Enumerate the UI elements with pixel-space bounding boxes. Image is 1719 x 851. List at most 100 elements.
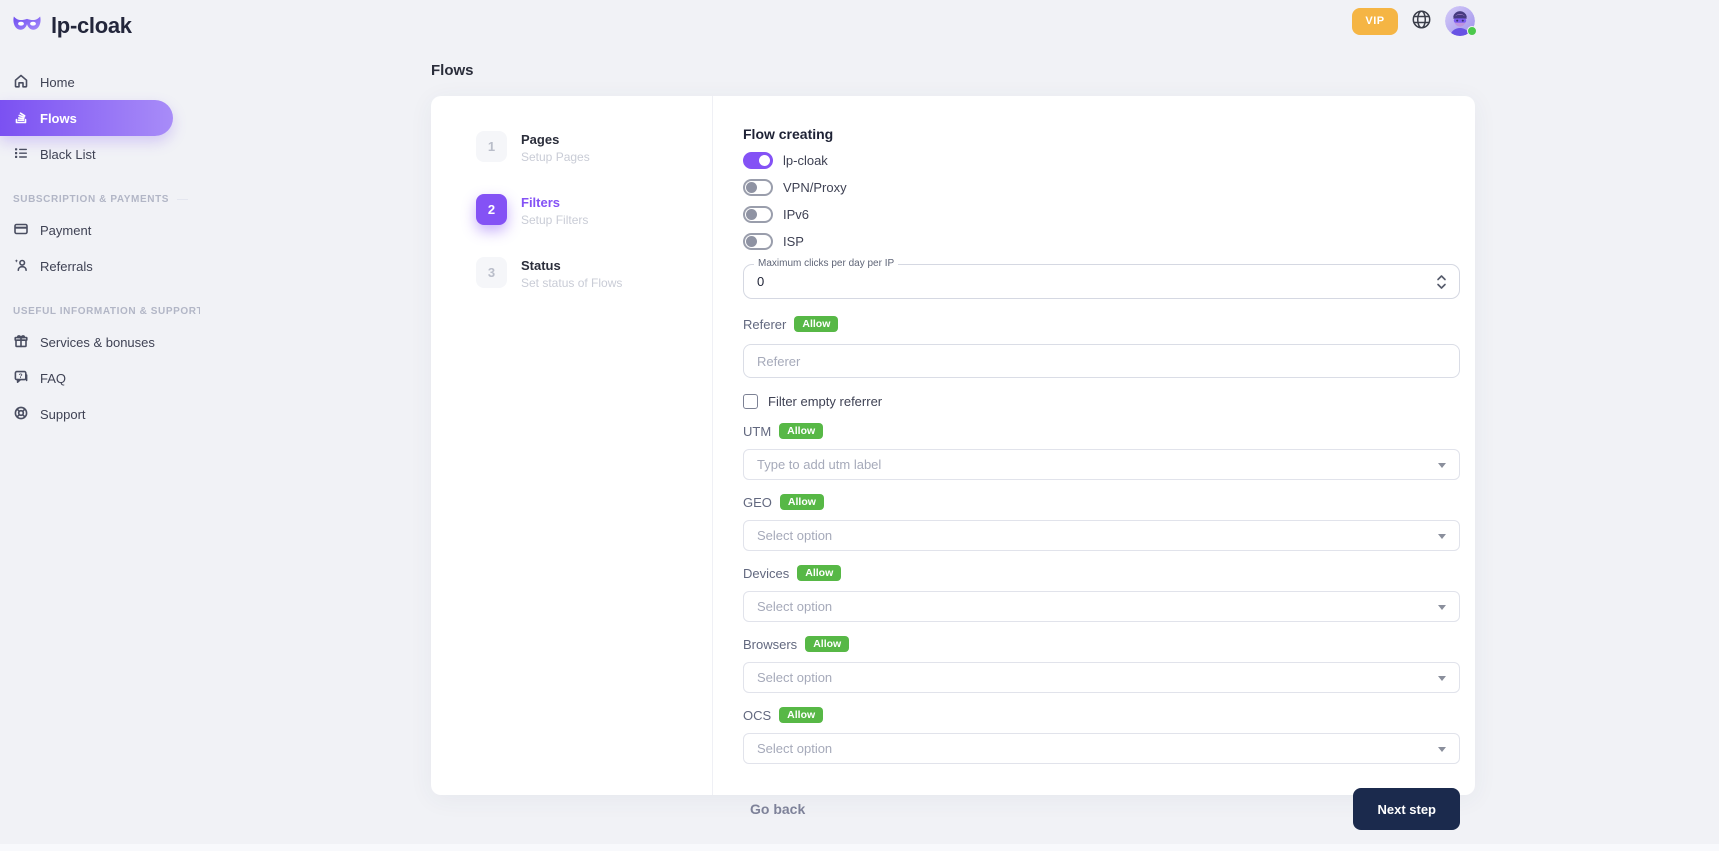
globe-icon — [1411, 9, 1432, 33]
browsers-select-input[interactable] — [744, 663, 1459, 692]
referer-allow-badge[interactable]: Allow — [794, 316, 838, 333]
geo-select[interactable] — [743, 520, 1460, 551]
referer-input[interactable] — [743, 344, 1460, 378]
geo-select-input[interactable] — [744, 521, 1459, 550]
toggle-isp[interactable]: ISP — [743, 232, 1460, 250]
max-clicks-input[interactable] — [744, 265, 1459, 298]
filter-empty-referrer-label: Filter empty referrer — [768, 394, 882, 409]
number-stepper-icon[interactable] — [1436, 274, 1447, 290]
step-title: Pages — [521, 131, 590, 147]
sidebar-item-label: Support — [40, 407, 86, 422]
next-step-button[interactable]: Next step — [1353, 788, 1460, 830]
chevron-down-icon — [1438, 463, 1446, 468]
toggle-vpn-proxy[interactable]: VPN/Proxy — [743, 178, 1460, 196]
sidebar-item-label: Referrals — [40, 259, 93, 274]
credit-card-icon — [13, 221, 29, 240]
ocs-label: OCS — [743, 708, 771, 723]
sidebar-item-payment[interactable]: Payment — [0, 212, 173, 248]
sidebar-item-referrals[interactable]: Referrals — [0, 248, 173, 284]
step-number: 1 — [476, 131, 507, 162]
step-status[interactable]: 3 Status Set status of Flows — [476, 257, 712, 290]
ocs-select[interactable] — [743, 733, 1460, 764]
sidebar-item-services[interactable]: Services & bonuses — [0, 324, 173, 360]
sidebar-item-support[interactable]: Support — [0, 396, 173, 432]
flow-form: Flow creating lp-cloak VPN/Proxy IPv6 IS… — [713, 96, 1475, 795]
geo-allow-badge[interactable]: Allow — [780, 494, 824, 511]
utm-label: UTM — [743, 424, 771, 439]
chevron-down-icon — [1438, 676, 1446, 681]
sidebar-item-label: Payment — [40, 223, 91, 238]
sidebar-item-home[interactable]: Home — [0, 64, 173, 100]
utm-allow-badge[interactable]: Allow — [779, 423, 823, 440]
sidebar-nav: Home Flows — [0, 64, 200, 432]
chevron-down-icon — [1438, 605, 1446, 610]
sidebar-section-subscription: SUBSCRIPTION & PAYMENTS — [13, 194, 200, 205]
max-clicks-label: Maximum clicks per day per IP — [754, 258, 898, 269]
browsers-select[interactable] — [743, 662, 1460, 693]
utm-select-input[interactable] — [744, 450, 1459, 479]
toggle-label: VPN/Proxy — [783, 180, 847, 195]
devices-allow-badge[interactable]: Allow — [797, 565, 841, 582]
chevron-down-icon — [1438, 534, 1446, 539]
page-title: Flows — [431, 62, 474, 79]
toggle-label: IPv6 — [783, 207, 809, 222]
browsers-label: Browsers — [743, 637, 797, 652]
toggle-switch[interactable] — [743, 233, 773, 250]
list-icon — [13, 145, 29, 164]
ocs-allow-badge[interactable]: Allow — [779, 707, 823, 724]
devices-select-input[interactable] — [744, 592, 1459, 621]
step-subtitle: Setup Pages — [521, 150, 590, 164]
referer-label: Referer — [743, 317, 786, 332]
browsers-group: Browsers Allow — [743, 634, 1460, 693]
sidebar-item-label: Services & bonuses — [40, 335, 155, 350]
toggle-label: lp-cloak — [783, 153, 828, 168]
max-clicks-field: Maximum clicks per day per IP — [743, 264, 1460, 299]
toggle-switch[interactable] — [743, 206, 773, 223]
vip-button[interactable]: VIP — [1352, 8, 1398, 35]
go-back-button[interactable]: Go back — [743, 801, 805, 817]
svg-text:?: ? — [19, 372, 23, 379]
devices-select[interactable] — [743, 591, 1460, 622]
faq-icon: ? — [13, 369, 29, 388]
user-avatar[interactable] — [1445, 6, 1475, 36]
filter-empty-referrer-checkbox[interactable] — [743, 394, 758, 409]
person-add-icon — [13, 257, 29, 276]
step-pages[interactable]: 1 Pages Setup Pages — [476, 131, 712, 164]
mask-icon — [12, 12, 42, 40]
flows-icon — [13, 109, 29, 128]
home-icon — [13, 73, 29, 92]
sidebar-item-label: Home — [40, 75, 75, 90]
step-title: Status — [521, 257, 622, 273]
geo-label: GEO — [743, 495, 772, 510]
step-filters[interactable]: 2 Filters Setup Filters — [476, 194, 712, 227]
form-footer: Go back Next step — [743, 788, 1460, 830]
devices-label: Devices — [743, 566, 789, 581]
sidebar: lp-cloak Home Flows — [0, 0, 200, 851]
utm-group: UTM Allow — [743, 421, 1460, 480]
online-status-dot — [1467, 26, 1477, 36]
sidebar-item-label: FAQ — [40, 371, 66, 386]
filter-empty-referrer-row[interactable]: Filter empty referrer — [743, 394, 1460, 409]
step-subtitle: Setup Filters — [521, 213, 588, 227]
ocs-select-input[interactable] — [744, 734, 1459, 763]
toggle-ipv6[interactable]: IPv6 — [743, 205, 1460, 223]
step-subtitle: Set status of Flows — [521, 276, 622, 290]
step-number: 2 — [476, 194, 507, 225]
form-title: Flow creating — [743, 126, 1460, 142]
ocs-group: OCS Allow — [743, 705, 1460, 764]
toggle-lp-cloak[interactable]: lp-cloak — [743, 151, 1460, 169]
toggle-switch[interactable] — [743, 152, 773, 169]
sidebar-item-label: Black List — [40, 147, 96, 162]
utm-select[interactable] — [743, 449, 1460, 480]
step-title: Filters — [521, 194, 588, 210]
browsers-allow-badge[interactable]: Allow — [805, 636, 849, 653]
sidebar-item-black-list[interactable]: Black List — [0, 136, 173, 172]
header-actions: VIP — [1352, 6, 1475, 36]
sidebar-item-flows[interactable]: Flows — [0, 100, 173, 136]
gift-icon — [13, 333, 29, 352]
brand-logo[interactable]: lp-cloak — [0, 0, 200, 40]
devices-group: Devices Allow — [743, 563, 1460, 622]
toggle-switch[interactable] — [743, 179, 773, 196]
language-button[interactable] — [1411, 9, 1432, 33]
sidebar-item-faq[interactable]: ? FAQ — [0, 360, 173, 396]
